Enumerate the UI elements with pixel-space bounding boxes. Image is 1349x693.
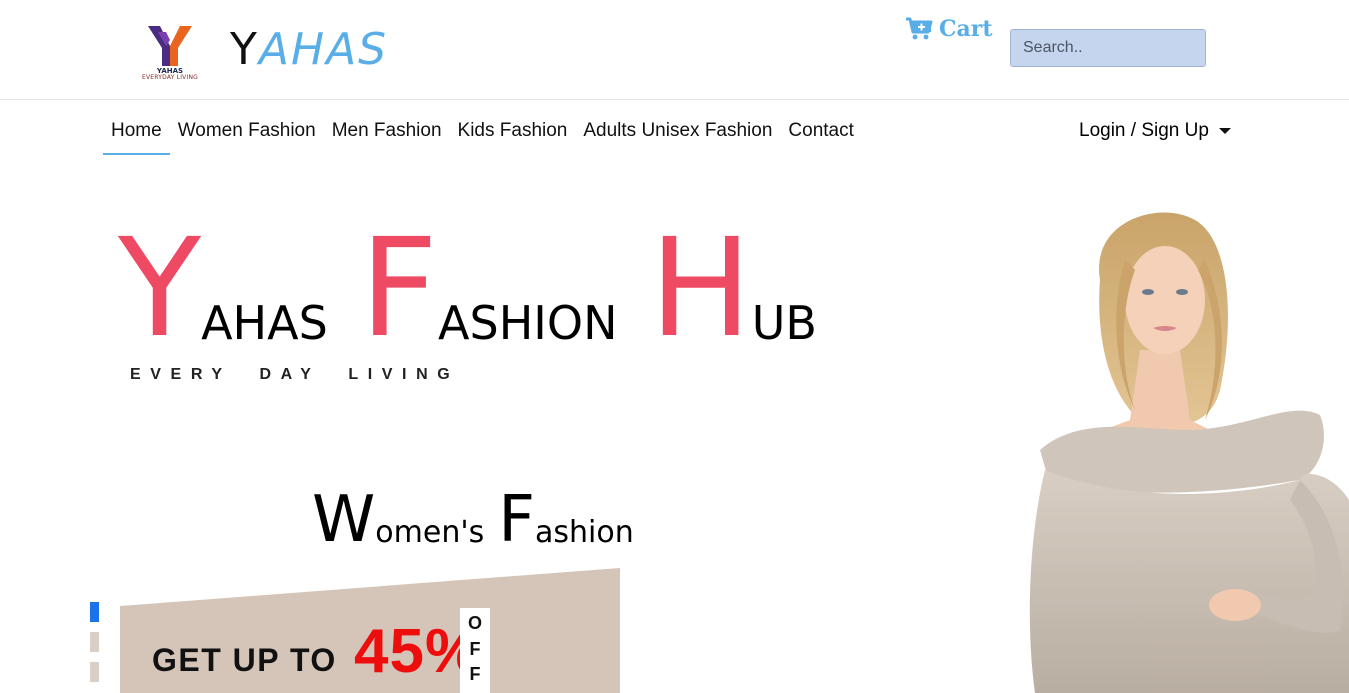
section-initial-f: F — [498, 483, 536, 557]
carousel-indicators — [90, 602, 99, 682]
hero-initial-y: Y — [118, 210, 202, 368]
hero-word-ashion: ASHION — [438, 296, 618, 351]
section-word-omens: omen's — [375, 515, 485, 550]
carousel-indicator-2[interactable] — [90, 632, 99, 652]
nav-item-home[interactable]: Home — [103, 108, 170, 155]
top-header: YAHAS EVERYDAY LIVING YAHAS Cart — [0, 0, 1349, 100]
hero-initial-h: H — [649, 210, 752, 368]
nav-item-men-fashion[interactable]: Men Fashion — [324, 108, 450, 155]
model-photo — [1029, 212, 1349, 693]
brand-rest: AHAS — [258, 24, 389, 75]
cart-link[interactable]: Cart — [905, 16, 993, 42]
promo-text: GET UP TO — [152, 642, 337, 678]
logo[interactable]: YAHAS EVERYDAY LIVING — [136, 22, 206, 86]
brand-first-letter: Y — [230, 24, 259, 75]
carousel-indicator-3[interactable] — [90, 662, 99, 682]
hero-initial-f: F — [359, 210, 439, 368]
logo-tagline-text: EVERYDAY LIVING — [142, 74, 198, 81]
cart-plus-icon — [906, 17, 933, 40]
hero-tagline: EVERY DAY LIVING — [130, 366, 460, 383]
promo-off-label: O F F — [460, 608, 490, 693]
nav-item-contact[interactable]: Contact — [780, 108, 861, 155]
hero-title: Y AHAS F ASHION H UB — [118, 210, 817, 368]
nav-item-kids-fashion[interactable]: Kids Fashion — [450, 108, 576, 155]
nav-item-women-fashion[interactable]: Women Fashion — [170, 108, 324, 155]
section-title: W omen's F ashion — [312, 488, 634, 552]
section-word-ashion: ashion — [535, 515, 634, 550]
login-signup-dropdown[interactable]: Login / Sign Up — [1079, 120, 1231, 142]
brand-name[interactable]: YAHAS — [230, 24, 388, 75]
promo-off-letter: F — [469, 638, 481, 659]
promo-off-letter: O — [467, 613, 482, 633]
promo-banner[interactable]: GET UP TO 45% O F F — [120, 568, 620, 693]
nav-item-adults-unisex-fashion[interactable]: Adults Unisex Fashion — [575, 108, 780, 155]
carousel-indicator-1[interactable] — [90, 602, 99, 622]
hero-word-ub: UB — [751, 296, 817, 351]
cart-label: Cart — [939, 16, 993, 42]
section-initial-w: W — [312, 483, 376, 557]
login-signup-label: Login / Sign Up — [1079, 120, 1209, 141]
promo-off-letter: F — [469, 664, 481, 684]
hero-word-ahas: AHAS — [201, 296, 328, 351]
search-input[interactable] — [1010, 29, 1206, 67]
main-nav: Home Women Fashion Men Fashion Kids Fash… — [103, 108, 862, 156]
caret-down-icon — [1218, 128, 1231, 134]
logo-y-icon — [148, 26, 192, 66]
